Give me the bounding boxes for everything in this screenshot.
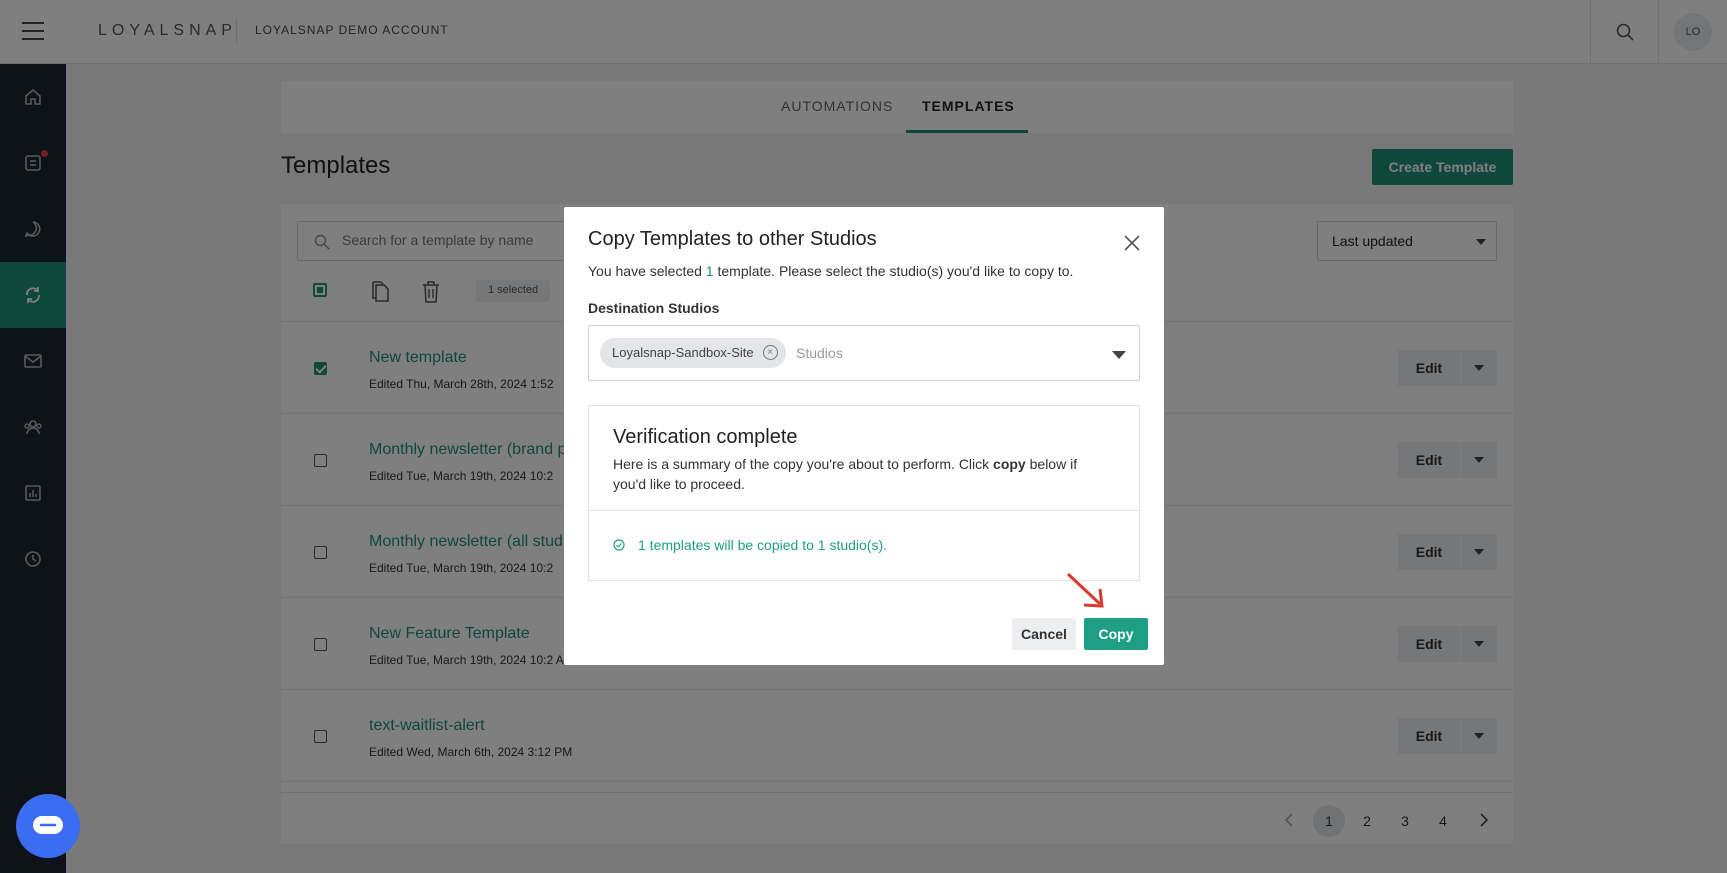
studio-chip: Loyalsnap-Sandbox-Site × [600, 338, 786, 368]
subtitle-text: template. Please select the studio(s) yo… [713, 263, 1074, 279]
destination-studios-select[interactable]: Loyalsnap-Sandbox-Site × Studios [588, 325, 1140, 381]
chat-widget-button[interactable] [16, 794, 80, 858]
modal-title: Copy Templates to other Studios [588, 228, 877, 250]
verification-text: Here is a summary of the copy you're abo… [613, 454, 1093, 494]
studio-chip-label: Loyalsnap-Sandbox-Site [612, 345, 754, 360]
copy-button[interactable]: Copy [1084, 618, 1148, 650]
chat-bubble-icon [33, 816, 63, 834]
verification-result: 1 templates will be copied to 1 studio(s… [613, 537, 887, 553]
verification-title: Verification complete [613, 426, 798, 448]
verification-summary: Verification complete Here is a summary … [588, 405, 1140, 581]
annotation-arrow-icon [1066, 572, 1104, 608]
close-icon[interactable] [1122, 233, 1142, 253]
selected-count: 1 [705, 263, 714, 279]
modal-subtitle: You have selected 1 template. Please sel… [588, 263, 1073, 279]
remove-chip-icon[interactable]: × [762, 345, 778, 360]
cancel-button[interactable]: Cancel [1012, 618, 1076, 650]
result-text: 1 templates will be copied to 1 studio(s… [638, 537, 888, 553]
check-circle-icon [613, 539, 625, 551]
verification-text-bold: copy [993, 456, 1026, 472]
verification-text-part: Here is a summary of the copy you're abo… [613, 456, 994, 472]
caret-down-icon[interactable] [1112, 351, 1126, 359]
destination-studios-label: Destination Studios [588, 300, 720, 316]
subtitle-text: You have selected [588, 263, 706, 279]
divider [589, 510, 1139, 511]
studios-placeholder[interactable]: Studios [796, 345, 843, 361]
